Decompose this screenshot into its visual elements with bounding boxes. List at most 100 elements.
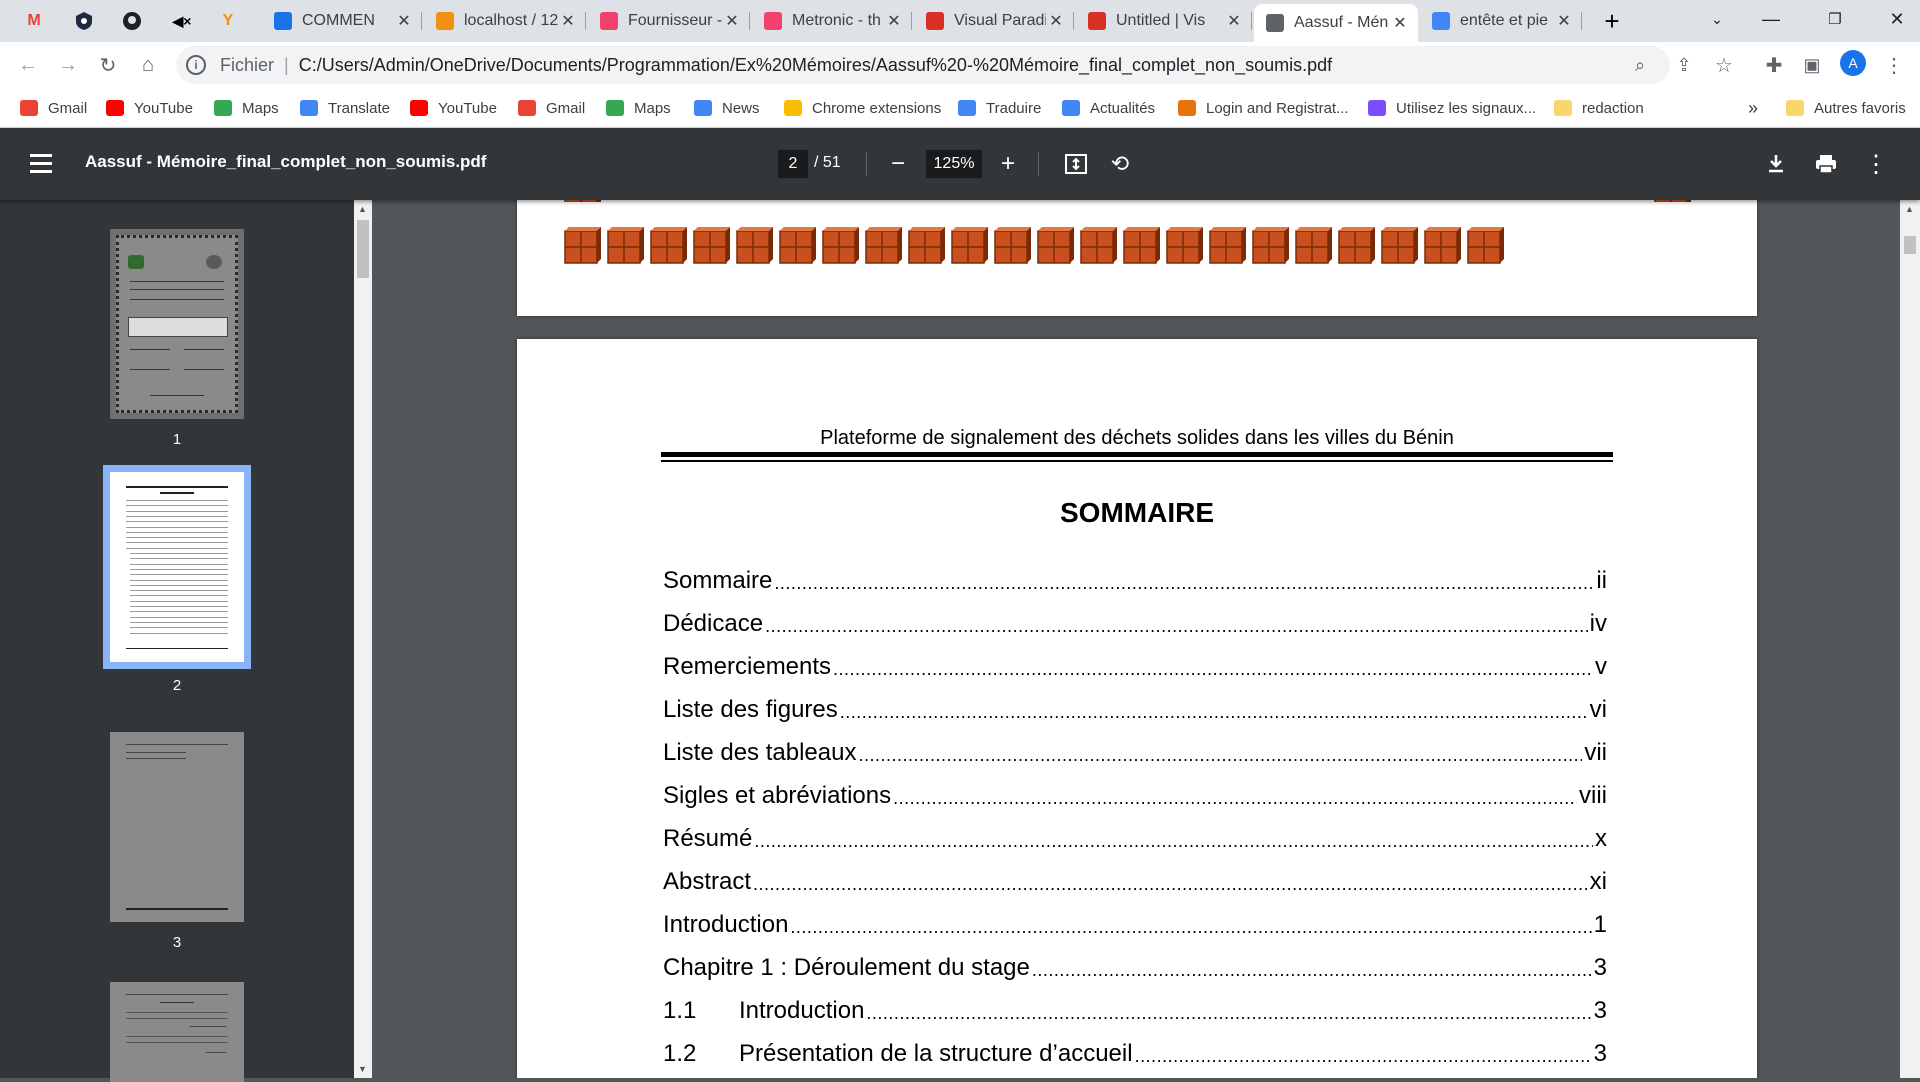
close-window-button[interactable]: ✕ [1874,0,1920,38]
toc-entry[interactable]: Liste des tableaux......................… [663,737,1607,767]
rotate-button[interactable]: ⟲ [1104,148,1136,180]
pdf-more-button[interactable]: ⋮ [1860,148,1892,180]
toc-entry[interactable]: Liste des figures.......................… [663,694,1607,724]
tab-5[interactable]: Visual Paradi ✕ [914,4,1074,38]
thumbnail-page-4[interactable] [110,982,244,1082]
viewer-scroll-thumb[interactable] [1904,236,1916,254]
tab-6[interactable]: Untitled | Vis ✕ [1076,4,1252,38]
tab-2[interactable]: localhost / 12 ✕ [424,4,586,38]
new-tab-button[interactable]: + [1598,4,1626,38]
bookmark-14[interactable]: redaction [1554,96,1644,120]
bookmark-3[interactable]: Maps [214,96,279,120]
zoom-in-button[interactable]: + [992,148,1024,180]
bookmark-1[interactable]: Gmail [20,96,87,120]
tab-close-icon[interactable]: ✕ [1390,13,1410,33]
reload-button[interactable]: ↻ [92,49,124,81]
page-number-input[interactable]: 2 [778,150,808,178]
tab-close-icon[interactable]: ✕ [884,11,904,31]
thumbnail-page-3[interactable]: 3 [110,732,244,951]
tab-8[interactable]: entête et pie ✕ [1420,4,1582,38]
info-icon[interactable]: i [186,55,206,75]
github-pinned-tab[interactable] [118,4,146,38]
fork-pinned-tab[interactable]: Y [214,4,242,38]
bookmark-12[interactable]: Login and Registrat... [1178,96,1349,120]
bookmark-9[interactable]: Chrome extensions [784,96,941,120]
bookmark-7[interactable]: Maps [606,96,671,120]
bookmarks-overflow-button[interactable]: » [1748,96,1758,120]
sidebar-scroll-thumb[interactable] [357,220,369,278]
thumbnail-text-line [130,568,228,570]
translate-icon [958,100,976,116]
sidebar-scrollbar[interactable]: ▲ ▼ [354,200,372,1078]
tab-4[interactable]: Metronic - th ✕ [752,4,912,38]
bookmark-2[interactable]: YouTube [106,96,193,120]
toc-entry[interactable]: Introduction............................… [663,909,1607,939]
bookmark-13[interactable]: Utilisez les signaux... [1368,96,1536,120]
bookmark-10[interactable]: Traduire [958,96,1041,120]
star-icon: ☆ [1715,54,1733,77]
pdf-viewer[interactable]: Plateforme de signalement des déchets so… [372,200,1900,1078]
tab-close-icon[interactable]: ✕ [558,11,578,31]
minimize-button[interactable]: — [1748,0,1794,38]
toc-entry[interactable]: Sommaire................................… [663,565,1607,595]
toc-entry[interactable]: Dédicace................................… [663,608,1607,638]
zoom-level-input[interactable]: 125% [926,150,982,178]
page-heading: SOMMAIRE [1060,497,1214,528]
print-button[interactable] [1810,148,1842,180]
scroll-up-arrow-icon[interactable]: ▲ [1905,204,1914,214]
zoom-icon: ⌕ [1634,54,1646,75]
bookmark-11[interactable]: Actualités [1062,96,1155,120]
tab-close-icon[interactable]: ✕ [1046,11,1066,31]
bookmark-star-button[interactable]: ☆ [1708,49,1740,81]
side-panel-button[interactable]: ▣ [1796,49,1828,81]
address-url[interactable]: C:/Users/Admin/OneDrive/Documents/Progra… [299,55,1332,76]
tab-close-icon[interactable]: ✕ [394,11,414,31]
shield-pinned-tab[interactable] [70,4,98,38]
brick-ornament [1423,225,1461,264]
toc-entry[interactable]: Résumé..................................… [663,823,1607,853]
zoom-out-button[interactable]: − [882,148,914,180]
toc-entry[interactable]: 1.2 Présentation de la structure d’accuei… [663,1038,1607,1068]
share-button[interactable]: ⇪ [1668,49,1700,81]
toc-entry[interactable]: Abstract................................… [663,866,1607,896]
home-button[interactable]: ⌂ [132,49,164,81]
tab-1[interactable]: COMMEN ✕ [262,4,422,38]
toc-entry[interactable]: Chapitre 1 : Déroulement du stage.......… [663,952,1607,982]
profile-avatar[interactable]: A [1840,50,1866,76]
tab-3[interactable]: Fournisseur - ✕ [588,4,750,38]
audio-pinned-tab[interactable]: ◀× [168,4,196,38]
bookmark-5[interactable]: YouTube [410,96,497,120]
scroll-down-arrow-icon[interactable]: ▼ [358,1064,367,1074]
download-icon [1769,155,1783,173]
bookmark-8[interactable]: News [694,96,760,120]
hamburger-menu-icon[interactable] [30,154,52,178]
tab-close-icon[interactable]: ✕ [722,11,742,31]
scroll-up-arrow-icon[interactable]: ▲ [358,204,367,214]
thumbnail-text-line [130,616,228,618]
bookmark-6[interactable]: Gmail [518,96,585,120]
extensions-button[interactable]: ✚ [1758,49,1790,81]
toc-leader-dots: ........................................… [833,659,1593,679]
address-bar[interactable]: i Fichier | C:/Users/Admin/OneDrive/Docu… [176,46,1670,84]
chrome-menu-button[interactable]: ⋮ [1878,49,1910,81]
tab-close-icon[interactable]: ✕ [1554,11,1574,31]
tab-close-icon[interactable]: ✕ [1224,11,1244,31]
thumbnail-page-2[interactable]: 2 [103,465,251,694]
restore-button[interactable]: ❐ [1812,0,1858,38]
back-button[interactable]: ← [12,49,44,81]
forward-button[interactable]: → [52,49,84,81]
toc-entry[interactable]: Sigles et abréviations..................… [663,780,1607,810]
bookmark-4[interactable]: Translate [300,96,390,120]
viewer-scrollbar[interactable]: ▲ [1900,200,1920,1078]
fit-page-button[interactable] [1060,148,1092,180]
tab-search-button[interactable]: ⌄ [1694,0,1740,38]
toc-entry[interactable]: 1.1 Introduction.........................… [663,995,1607,1025]
tab-title: COMMEN [302,12,375,29]
thumbnail-page-1[interactable]: 1 [110,229,244,448]
zoom-lens-button[interactable]: ⌕ [1626,53,1654,77]
toc-entry[interactable]: Remerciements...........................… [663,651,1607,681]
gmail-pinned-tab[interactable]: M [20,4,48,38]
tab-7[interactable]: Aassuf - Mén ✕ [1254,4,1418,42]
download-button[interactable] [1760,148,1792,180]
other-bookmarks-folder[interactable]: Autres favoris [1786,96,1906,120]
